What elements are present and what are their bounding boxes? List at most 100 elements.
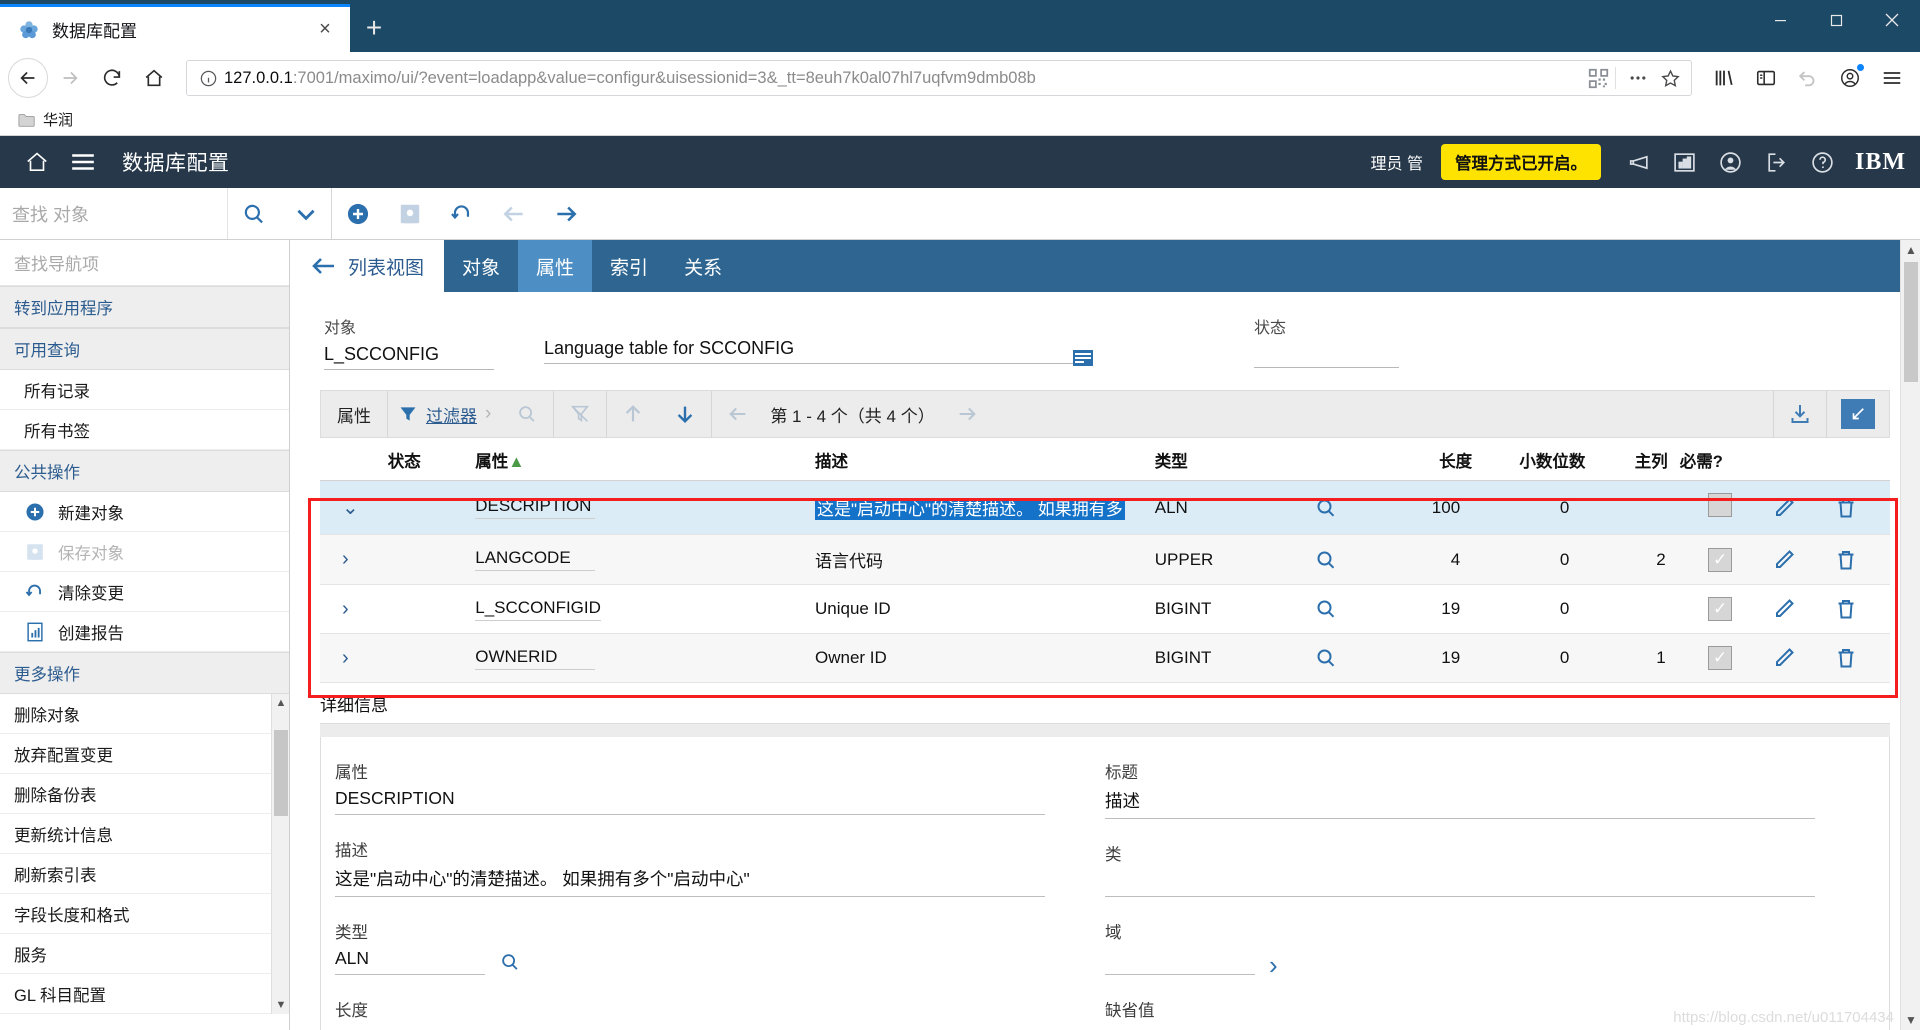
row-expander[interactable]: › — [320, 633, 382, 683]
field-value[interactable]: L_SCCONFIG — [324, 344, 494, 370]
primary-value[interactable] — [1661, 599, 1666, 618]
cell-required[interactable] — [1673, 480, 1767, 535]
cell-primary[interactable] — [1591, 584, 1674, 634]
cell-primary[interactable]: 2 — [1591, 534, 1674, 585]
cell-decimals[interactable]: 0 — [1478, 534, 1592, 585]
detail-menu-icon[interactable] — [1072, 348, 1094, 368]
search-icon[interactable] — [1314, 597, 1374, 621]
detail-field-type[interactable]: 类型 ALN — [335, 919, 1045, 975]
next-page-icon[interactable] — [941, 391, 993, 437]
attribute-value[interactable]: L_SCCONFIGID — [475, 598, 601, 621]
cell-decimals[interactable]: 0 — [1478, 480, 1592, 535]
hamburger-menu-icon[interactable] — [1872, 58, 1912, 98]
required-checkbox[interactable]: ✓ — [1708, 646, 1733, 670]
cell-delete[interactable] — [1828, 534, 1890, 585]
star-icon[interactable] — [1660, 68, 1685, 89]
logout-icon[interactable] — [1753, 139, 1799, 185]
bullhorn-icon[interactable] — [1615, 139, 1661, 185]
sidebar-more-action-item[interactable]: 删除对象 — [0, 694, 289, 734]
profile-icon[interactable] — [1707, 139, 1753, 185]
cell-decimals[interactable]: 0 — [1478, 584, 1592, 634]
cell-length[interactable]: 19 — [1380, 633, 1479, 683]
row-expander[interactable]: ⌄ — [320, 480, 382, 535]
table-row[interactable]: › OWNERID Owner ID BIGINT 19 0 1 ✓ — [320, 633, 1890, 683]
bookmark-folder[interactable]: 华润 — [12, 107, 79, 132]
grid-search-icon[interactable] — [501, 391, 553, 437]
detail-field-attribute[interactable]: 属性 DESCRIPTION — [335, 759, 1045, 815]
chevron-down-icon[interactable]: ⌄ — [342, 497, 359, 519]
previous-page-icon[interactable] — [712, 391, 764, 437]
pencil-icon[interactable] — [1772, 597, 1822, 621]
chevron-right-icon[interactable]: › — [1269, 952, 1278, 978]
clear-changes-icon[interactable] — [436, 188, 488, 239]
expand-icon[interactable] — [1827, 391, 1889, 437]
sort-down-icon[interactable] — [659, 391, 711, 437]
description-value[interactable]: Unique ID — [815, 599, 891, 618]
home-icon[interactable] — [14, 139, 60, 185]
sidebar-item-all-bookmarks[interactable]: 所有书签 — [0, 410, 289, 450]
type-value[interactable]: BIGINT — [1155, 648, 1212, 667]
cell-attribute[interactable]: LANGCODE — [469, 534, 809, 585]
list-view-button[interactable]: 列表视图 — [290, 240, 445, 292]
sidebar-item-clear-changes[interactable]: 清除变更 — [0, 572, 289, 612]
length-value[interactable]: 100 — [1432, 498, 1460, 517]
th-type[interactable]: 类型 — [1148, 438, 1309, 481]
field-value[interactable]: 100 — [335, 1026, 1045, 1030]
tab-attributes[interactable]: 属性 — [518, 240, 593, 292]
required-checkbox[interactable] — [1708, 493, 1733, 517]
cell-primary[interactable]: 1 — [1591, 633, 1674, 683]
search-icon[interactable] — [228, 188, 280, 239]
filter-button[interactable]: 过滤器 › — [388, 402, 501, 427]
th-attribute[interactable]: 属性▲ — [469, 438, 809, 481]
description-value[interactable]: 这是"启动中心"的清楚描述。 如果拥有多 — [815, 499, 1125, 520]
field-value[interactable] — [1105, 870, 1815, 897]
row-expander[interactable]: › — [320, 534, 382, 585]
scroll-down-icon[interactable]: ▼ — [272, 996, 289, 1014]
th-decimals[interactable]: 小数位数 — [1478, 438, 1592, 481]
detail-field-default-value[interactable]: 缺省值 — [1105, 997, 1815, 1030]
scroll-up-icon[interactable]: ▲ — [272, 694, 289, 712]
sidebar-group-goto-app[interactable]: 转到应用程序 — [0, 286, 289, 328]
cell-edit[interactable] — [1766, 534, 1829, 585]
sidebar-more-action-item[interactable]: GL 科目配置 — [0, 974, 289, 1014]
description-value[interactable]: Owner ID — [815, 648, 887, 667]
length-value[interactable]: 19 — [1441, 648, 1460, 667]
decimals-value[interactable]: 0 — [1560, 648, 1569, 667]
sidebar-scrollbar[interactable]: ▲ ▼ — [271, 694, 289, 1014]
attribute-value[interactable]: LANGCODE — [475, 548, 596, 571]
field-value[interactable]: DESCRIPTION — [335, 788, 1045, 815]
chevron-right-icon[interactable]: › — [342, 647, 349, 669]
object-description-field[interactable]: Language table for SCCONFIG — [544, 314, 1093, 370]
sidebar-more-action-item[interactable]: 服务 — [0, 934, 289, 974]
pencil-icon[interactable] — [1772, 496, 1822, 520]
cell-type[interactable]: BIGINT — [1148, 584, 1309, 634]
tab-relationships[interactable]: 关系 — [666, 240, 740, 292]
field-value[interactable] — [1254, 344, 1399, 368]
decimals-value[interactable]: 0 — [1560, 498, 1569, 517]
cell-length[interactable]: 19 — [1380, 584, 1479, 634]
close-icon[interactable] — [1864, 0, 1920, 40]
pencil-icon[interactable] — [1772, 646, 1822, 670]
search-icon[interactable] — [1314, 548, 1374, 572]
length-value[interactable]: 4 — [1451, 550, 1460, 569]
cell-required[interactable]: ✓ — [1673, 534, 1767, 585]
hamburger-menu-icon[interactable] — [60, 139, 106, 185]
cell-type[interactable]: UPPER — [1148, 534, 1309, 585]
sidebar-item-all-records[interactable]: 所有记录 — [0, 370, 289, 410]
object-name-field[interactable]: 对象 L_SCCONFIG — [324, 314, 494, 370]
field-value[interactable]: Language table for SCCONFIG — [544, 338, 1074, 364]
close-icon[interactable]: × — [310, 15, 340, 45]
cell-type-lookup[interactable] — [1308, 480, 1381, 535]
sidebar-icon[interactable] — [1746, 58, 1786, 98]
field-value[interactable] — [1105, 1026, 1815, 1030]
cell-type[interactable]: ALN — [1148, 480, 1309, 535]
cell-description[interactable]: Owner ID — [809, 633, 1149, 683]
sidebar-more-action-item[interactable]: 放弃配置变更 — [0, 734, 289, 774]
cell-length[interactable]: 4 — [1380, 534, 1479, 585]
th-description[interactable]: 描述 — [809, 438, 1149, 481]
cell-length[interactable]: 100 — [1380, 480, 1479, 535]
status-field[interactable]: 状态 — [1254, 314, 1399, 370]
sidebar-item-new-object[interactable]: 新建对象 — [0, 492, 289, 532]
qr-code-icon[interactable] — [1588, 68, 1609, 89]
field-value[interactable] — [1105, 948, 1255, 975]
